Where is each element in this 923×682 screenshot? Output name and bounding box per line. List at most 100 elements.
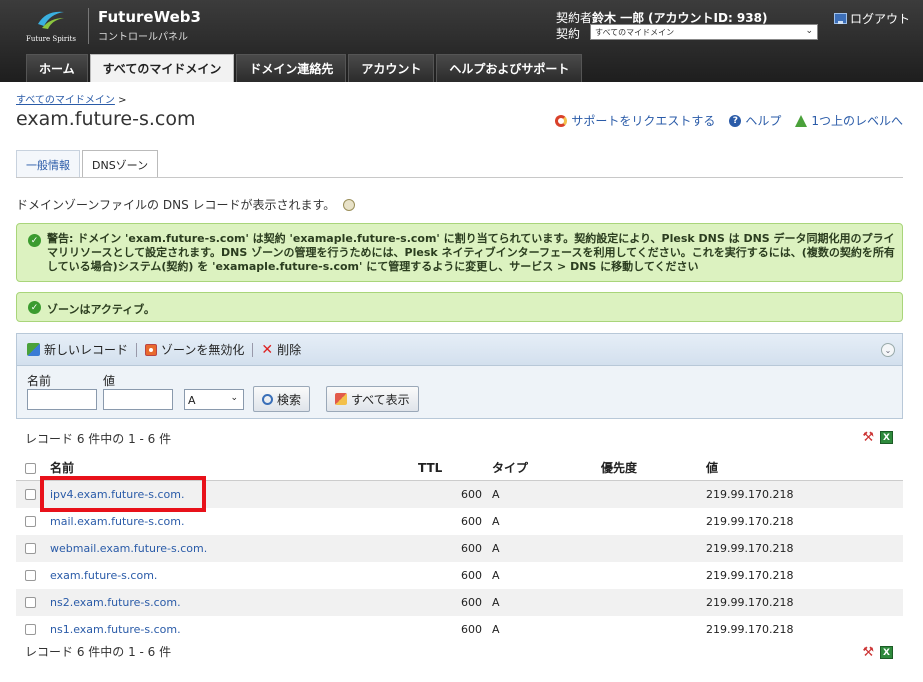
column-header-priority[interactable]: 優先度 [601, 455, 637, 480]
record-ttl: 600 [461, 515, 482, 528]
toolbar-expand-button[interactable]: ⌄ [881, 343, 895, 357]
table-row: ipv4.exam.future-s.com. 600 A 219.99.170… [16, 481, 903, 508]
row-checkbox[interactable] [25, 624, 36, 635]
search-button[interactable]: 検索 [253, 386, 311, 412]
record-value: 219.99.170.218 [706, 596, 794, 609]
record-ttl: 600 [461, 542, 482, 555]
search-label: 検索 [277, 392, 302, 407]
type-filter-value: A [188, 394, 196, 407]
export-excel-icon[interactable]: X [880, 646, 893, 659]
record-name-link[interactable]: ns2.exam.future-s.com. [50, 596, 181, 609]
table-row: webmail.exam.future-s.com. 600 A 219.99.… [16, 535, 903, 562]
record-ttl: 600 [461, 488, 482, 501]
record-type: A [492, 515, 500, 528]
toolbar-separator [136, 342, 138, 357]
record-ttl: 600 [461, 569, 482, 582]
tab-account[interactable]: アカウント [348, 54, 435, 82]
disable-zone-label: ゾーンを無効化 [161, 343, 245, 357]
monitor-icon [834, 13, 847, 24]
type-filter-select[interactable]: A ⌄ [184, 389, 244, 410]
tab-general-info[interactable]: 一般情報 [16, 150, 80, 178]
future-spirits-logo: Future Spirits [22, 6, 82, 48]
account-name: 鈴木 一郎 [592, 11, 645, 25]
select-all-checkbox[interactable] [25, 463, 36, 474]
new-record-button[interactable]: 新しいレコード [27, 341, 128, 358]
column-header-value[interactable]: 値 [706, 455, 718, 480]
table-header-row: 名前 TTL タイプ 優先度 値 [16, 455, 903, 481]
row-checkbox[interactable] [25, 543, 36, 554]
request-support-label: サポートをリクエストする [571, 114, 716, 128]
delete-x-icon: ✕ [261, 341, 274, 358]
column-header-name[interactable]: 名前 [50, 455, 74, 480]
tab-dns-zone[interactable]: DNSゾーン [82, 150, 159, 178]
account-id: (アカウントID: 938) [648, 11, 768, 25]
name-filter-input[interactable] [27, 389, 97, 410]
up-arrow-icon [795, 114, 808, 127]
up-level-label: 1つ上のレベルへ [811, 114, 903, 128]
top-links: サポートをリクエストする ? ヘルプ 1つ上のレベルへ [555, 112, 903, 129]
warning-message: ✓ 警告: ドメイン 'exam.future-s.com' は契約 'exam… [16, 223, 903, 282]
record-type: A [492, 623, 500, 636]
request-support-link[interactable]: サポートをリクエストする [555, 112, 715, 129]
tab-home[interactable]: ホーム [26, 54, 88, 82]
logo-text: Future Spirits [26, 35, 76, 43]
new-record-label: 新しいレコード [44, 343, 129, 357]
row-checkbox[interactable] [25, 516, 36, 527]
disable-zone-button[interactable]: ゾーンを無効化 [145, 341, 244, 358]
show-all-button[interactable]: すべて表示 [326, 386, 419, 412]
records-panel: 新しいレコード ゾーンを無効化 ✕ 削除 ⌄ 名前 値 A ⌄ 検索 すべて表示 [16, 333, 903, 419]
logo-swoosh-icon [38, 11, 64, 29]
table-row: exam.future-s.com. 600 A 219.99.170.218 [16, 562, 903, 589]
tab-domain-contacts[interactable]: ドメイン連絡先 [236, 54, 347, 82]
delete-button[interactable]: ✕ 削除 [261, 341, 301, 358]
column-header-ttl[interactable]: TTL [418, 455, 442, 480]
info-icon[interactable] [343, 198, 356, 211]
list-tools-top: ⚒ X [862, 430, 893, 445]
logout-label: ログアウト [850, 12, 911, 26]
row-checkbox[interactable] [25, 597, 36, 608]
tools-icon[interactable]: ⚒ [862, 645, 874, 660]
delete-label: 削除 [277, 343, 302, 357]
record-type: A [492, 596, 500, 609]
tools-icon[interactable]: ⚒ [862, 430, 874, 445]
name-filter-label: 名前 [27, 374, 52, 388]
chevron-down-icon: ⌄ [805, 26, 813, 36]
dns-records-table: 名前 TTL タイプ 優先度 値 ipv4.exam.future-s.com.… [16, 455, 903, 643]
record-name-link[interactable]: ipv4.exam.future-s.com. [50, 488, 184, 501]
check-icon: ✓ [28, 301, 41, 314]
logout-link[interactable]: ログアウト [834, 10, 910, 27]
zone-active-message: ✓ ゾーンはアクティブ。 [16, 292, 903, 322]
description-text: ドメインゾーンファイルの DNS レコードが表示されます。 [16, 198, 336, 212]
support-icon [555, 114, 568, 127]
search-icon [262, 393, 273, 405]
tab-help-support[interactable]: ヘルプおよびサポート [436, 54, 583, 82]
record-name-link[interactable]: ns1.exam.future-s.com. [50, 623, 181, 636]
disable-icon [145, 343, 158, 356]
column-header-type[interactable]: タイプ [492, 455, 528, 480]
sub-tabs: 一般情報 DNSゾーン [16, 150, 160, 178]
table-row: ns2.exam.future-s.com. 600 A 219.99.170.… [16, 589, 903, 616]
contract-select[interactable]: すべてのマイドメイン ⌄ [590, 24, 818, 40]
help-icon: ? [729, 114, 742, 127]
show-all-icon [335, 393, 347, 405]
value-filter-input[interactable] [103, 389, 173, 410]
record-name-link[interactable]: exam.future-s.com. [50, 569, 157, 582]
help-link[interactable]: ? ヘルプ [729, 112, 781, 129]
row-checkbox[interactable] [25, 489, 36, 500]
record-value: 219.99.170.218 [706, 515, 794, 528]
breadcrumb-all-domains-link[interactable]: すべてのマイドメイン [16, 95, 115, 106]
brand-subtitle: コントロールパネル [98, 32, 188, 43]
record-value: 219.99.170.218 [706, 623, 794, 636]
breadcrumb-separator: > [118, 95, 127, 106]
record-type: A [492, 542, 500, 555]
toolbar-separator [252, 342, 254, 357]
up-level-link[interactable]: 1つ上のレベルへ [795, 112, 903, 129]
record-name-link[interactable]: webmail.exam.future-s.com. [50, 542, 207, 555]
row-checkbox[interactable] [25, 570, 36, 581]
export-excel-icon[interactable]: X [880, 431, 893, 444]
record-type: A [492, 488, 500, 501]
record-name-link[interactable]: mail.exam.future-s.com. [50, 515, 184, 528]
tab-all-domains[interactable]: すべてのマイドメイン [89, 54, 235, 82]
warning-text: 警告: ドメイン 'exam.future-s.com' は契約 'examap… [47, 232, 895, 273]
brand-divider [88, 8, 89, 44]
